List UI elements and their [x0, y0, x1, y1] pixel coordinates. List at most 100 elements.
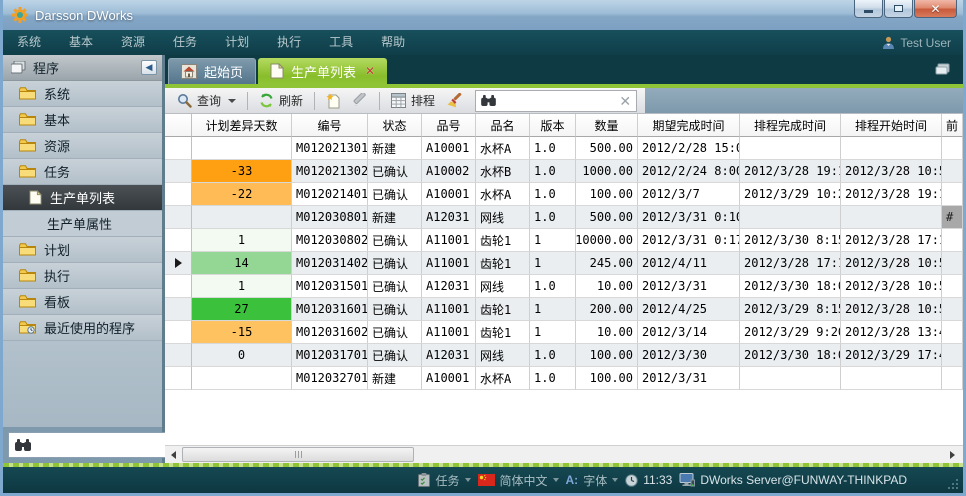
cell-qty[interactable]: 245.00	[576, 252, 638, 275]
cell-item_no[interactable]: A11001	[422, 252, 476, 275]
cell-version[interactable]: 1	[530, 298, 576, 321]
cell-item_no[interactable]: A11001	[422, 321, 476, 344]
cell-item_name[interactable]: 齿轮1	[476, 321, 530, 344]
cell-no[interactable]: M012030802	[292, 229, 368, 252]
row-indicator-cell[interactable]	[165, 183, 192, 206]
column-header-qty[interactable]: 数量	[576, 114, 638, 137]
row-indicator-cell[interactable]	[165, 137, 192, 160]
cell-version[interactable]: 1.0	[530, 183, 576, 206]
cell-sched_end[interactable]	[740, 367, 841, 390]
cell-sched_start[interactable]: 2012/3/28 19:10	[841, 183, 942, 206]
sidebar-item-0[interactable]: 系统	[3, 81, 162, 107]
cell-expect[interactable]: 2012/4/11	[638, 252, 740, 275]
cell-sched_end[interactable]	[740, 137, 841, 160]
cell-qty[interactable]: 10000.00	[576, 229, 638, 252]
query-button[interactable]: 查询	[173, 90, 240, 112]
cell-no[interactable]: M012030801	[292, 206, 368, 229]
cell-status[interactable]: 新建	[368, 137, 422, 160]
table-row-M012031601[interactable]: 27M012031601已确认A11001齿轮11200.002012/4/25…	[165, 298, 963, 321]
cell-item_name[interactable]: 水杯A	[476, 137, 530, 160]
cell-expect[interactable]: 2012/4/25	[638, 298, 740, 321]
cell-diff[interactable]	[192, 137, 292, 160]
cell-sched_end[interactable]	[740, 206, 841, 229]
cell-sched_end[interactable]: 2012/3/28 17:13	[740, 252, 841, 275]
column-header-version[interactable]: 版本	[530, 114, 576, 137]
schedule-button[interactable]: 排程	[387, 90, 439, 112]
table-row-M012031501[interactable]: 1M012031501已确认A12031网线1.010.002012/3/312…	[165, 275, 963, 298]
clear-format-button[interactable]	[443, 90, 467, 112]
sidebar-item-7[interactable]: 执行	[3, 263, 162, 289]
current-row-indicator[interactable]	[165, 252, 192, 275]
cell-status[interactable]: 已确认	[368, 275, 422, 298]
menu-plan[interactable]: 计划	[211, 30, 263, 55]
menu-basic[interactable]: 基本	[55, 30, 107, 55]
cell-item_no[interactable]: A12031	[422, 206, 476, 229]
cell-qty[interactable]: 200.00	[576, 298, 638, 321]
cell-version[interactable]: 1.0	[530, 160, 576, 183]
toolbar-search-box[interactable]: ✕	[475, 90, 637, 112]
sidebar-item-8[interactable]: 看板	[3, 289, 162, 315]
table-row-M012021302[interactable]: -33M012021302已确认A10002水杯B1.01000.002012/…	[165, 160, 963, 183]
cell-diff[interactable]: 1	[192, 229, 292, 252]
menu-tools[interactable]: 工具	[315, 30, 367, 55]
sidebar-item-5[interactable]: 生产单属性	[3, 211, 162, 237]
cell-diff[interactable]	[192, 367, 292, 390]
cell-partial[interactable]	[942, 275, 963, 298]
window-list-icon[interactable]	[935, 62, 951, 76]
cell-item_no[interactable]: A11001	[422, 298, 476, 321]
cell-qty[interactable]: 500.00	[576, 206, 638, 229]
cell-sched_end[interactable]: 2012/3/29 10:20	[740, 183, 841, 206]
menu-execute[interactable]: 执行	[263, 30, 315, 55]
refresh-button[interactable]: 刷新	[255, 90, 307, 112]
row-indicator-cell[interactable]	[165, 160, 192, 183]
cell-version[interactable]: 1.0	[530, 275, 576, 298]
cell-status[interactable]: 已确认	[368, 160, 422, 183]
menu-resource[interactable]: 资源	[107, 30, 159, 55]
row-indicator-cell[interactable]	[165, 321, 192, 344]
table-row-M012030801[interactable]: M012030801新建A12031网线1.0500.002012/3/31 0…	[165, 206, 963, 229]
cell-item_name[interactable]: 水杯A	[476, 367, 530, 390]
column-header-expect[interactable]: 期望完成时间	[638, 114, 740, 137]
cell-status[interactable]: 已确认	[368, 344, 422, 367]
cell-partial[interactable]: #	[942, 206, 963, 229]
sidebar-item-6[interactable]: 计划	[3, 237, 162, 263]
row-indicator-cell[interactable]	[165, 298, 192, 321]
menu-task[interactable]: 任务	[159, 30, 211, 55]
cell-item_no[interactable]: A11001	[422, 229, 476, 252]
cell-sched_start[interactable]: 2012/3/28 10:52	[841, 252, 942, 275]
cell-item_no[interactable]: A10001	[422, 183, 476, 206]
sidebar-item-4[interactable]: 生产单列表	[3, 185, 162, 211]
cell-sched_start[interactable]: 2012/3/28 10:52	[841, 275, 942, 298]
cell-qty[interactable]: 100.00	[576, 344, 638, 367]
cell-no[interactable]: M012031601	[292, 298, 368, 321]
cell-status[interactable]: 已确认	[368, 298, 422, 321]
cell-diff[interactable]: 14	[192, 252, 292, 275]
cell-item_no[interactable]: A10001	[422, 367, 476, 390]
cell-version[interactable]: 1	[530, 252, 576, 275]
current-user[interactable]: Test User	[882, 36, 951, 50]
toolbar-search-input[interactable]	[501, 93, 614, 109]
cell-version[interactable]: 1	[530, 229, 576, 252]
cell-item_name[interactable]: 网线	[476, 206, 530, 229]
cell-sched_end[interactable]: 2012/3/29 9:20	[740, 321, 841, 344]
cell-partial[interactable]	[942, 183, 963, 206]
toolbar-search-clear-icon[interactable]: ✕	[619, 94, 631, 108]
cell-partial[interactable]	[942, 321, 963, 344]
resize-grip[interactable]	[946, 477, 958, 489]
sidebar-item-3[interactable]: 任务	[3, 159, 162, 185]
menu-system[interactable]: 系统	[3, 30, 55, 55]
cell-expect[interactable]: 2012/3/30	[638, 344, 740, 367]
cell-sched_start[interactable]: 2012/3/28 13:40	[841, 321, 942, 344]
cell-partial[interactable]	[942, 160, 963, 183]
minimize-button[interactable]	[854, 0, 883, 18]
maximize-button[interactable]	[884, 0, 913, 18]
cell-sched_start[interactable]: 2012/3/28 10:52	[841, 298, 942, 321]
table-row-M012032701[interactable]: M012032701新建A10001水杯A1.0100.002012/3/31	[165, 367, 963, 390]
edit-button[interactable]	[349, 90, 372, 112]
column-header-sched_start[interactable]: 排程开始时间	[841, 114, 942, 137]
cell-sched_end[interactable]: 2012/3/28 19:10	[740, 160, 841, 183]
cell-status[interactable]: 已确认	[368, 229, 422, 252]
row-indicator-cell[interactable]	[165, 206, 192, 229]
horizontal-scrollbar[interactable]	[165, 445, 963, 463]
cell-sched_end[interactable]: 2012/3/29 8:15	[740, 298, 841, 321]
